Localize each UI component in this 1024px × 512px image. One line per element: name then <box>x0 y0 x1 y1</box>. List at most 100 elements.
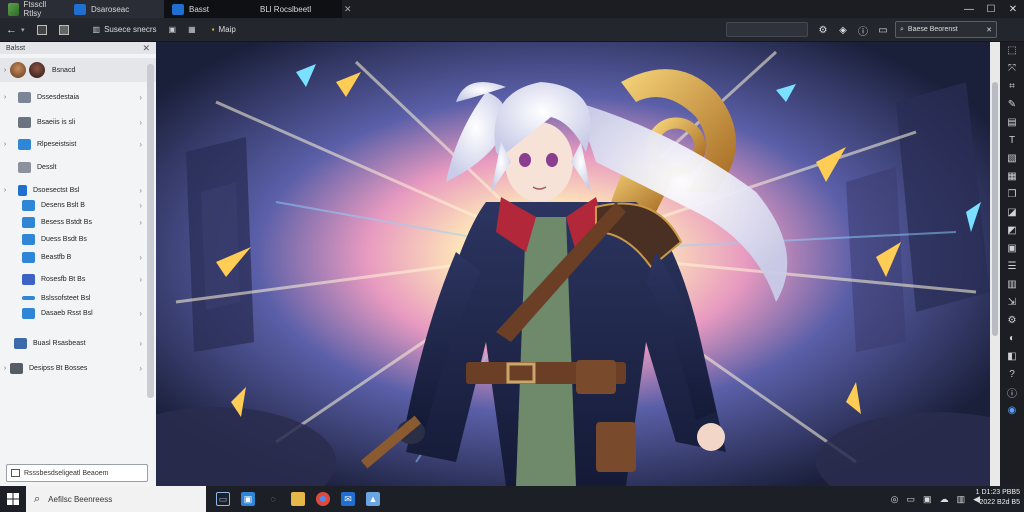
gamepad-icon[interactable]: ◎ <box>891 494 899 505</box>
window-icon <box>11 469 20 477</box>
monitor-icon <box>14 337 27 349</box>
toolbar-icon-button[interactable] <box>31 18 53 42</box>
app-logo-icon <box>8 2 19 16</box>
frame-icon[interactable]: ▣ <box>1006 242 1019 255</box>
sidebar-item[interactable]: Desens Bslt B › <box>0 196 146 214</box>
chevron-right-icon: › <box>139 92 142 102</box>
artwork-canvas[interactable] <box>156 42 990 486</box>
scrollbar-thumb[interactable] <box>992 82 998 336</box>
adjust-icon[interactable]: ◩ <box>1006 224 1019 237</box>
chrome-icon[interactable] <box>316 492 330 506</box>
chart-icon: ▥ <box>92 25 101 34</box>
address-field[interactable] <box>726 22 808 37</box>
copy-icon[interactable]: ❐ <box>1006 188 1019 201</box>
crop-icon[interactable]: ⌗ <box>1006 80 1019 93</box>
avatar <box>10 62 26 78</box>
toolbar-icon-button[interactable] <box>53 18 75 42</box>
export-icon[interactable]: ⇲ <box>1006 296 1019 309</box>
sidebar-item-label: Dsoesectst Bsl <box>33 186 80 194</box>
list-icon[interactable]: ☰ <box>1006 260 1019 273</box>
move-icon[interactable]: ⤧ <box>1006 62 1019 75</box>
mail-icon[interactable]: ✉ <box>341 492 355 506</box>
help-icon[interactable]: ? <box>1006 368 1019 381</box>
photos-icon[interactable]: ▲ <box>366 492 380 506</box>
maximize-button[interactable]: ☐ <box>980 0 1002 18</box>
sidebar: Balsst ✕ › Bsnacd › Dssesdestaia › Bsaei… <box>0 42 156 486</box>
tab-blrocslbeetl[interactable]: BLl Rocslbeetl <box>252 0 342 18</box>
toolbar-icon-button[interactable]: ▣ <box>163 18 183 42</box>
app-icon[interactable]: ▣ <box>241 492 255 506</box>
minimize-button[interactable]: — <box>958 0 980 18</box>
tab-app[interactable]: Ftsscll Rtlsy <box>0 0 66 18</box>
edge-icon[interactable]: ◌ <box>266 492 280 506</box>
sidebar-item[interactable]: Beastfb B › <box>0 248 146 266</box>
sidebar-bottom-button[interactable]: Rsssbesdseligeatl Beaoem <box>6 464 148 482</box>
toolbar-item-1[interactable]: ▥ Susece snecrs <box>87 18 163 42</box>
taskview-icon[interactable]: ▭ <box>216 492 230 506</box>
sidebar-item-label: Bsaeiis is sli <box>37 118 76 126</box>
chevron-right-icon: › <box>139 200 142 210</box>
panel-icon[interactable]: ▥ <box>1006 278 1019 291</box>
tab-dsaroseac[interactable]: Dsaroseac <box>66 0 164 18</box>
chevron-right-icon: › <box>3 140 7 148</box>
sidebar-item-label: Desens Bslt B <box>41 201 85 209</box>
sidebar-item[interactable]: Bsaeiis is sli › <box>0 113 146 131</box>
shield-icon[interactable]: ◈ <box>836 23 850 37</box>
clock[interactable]: 1 D1:23 PBB5 2022 B2d B5 <box>940 488 1020 508</box>
back-button[interactable]: ← ▾ <box>0 18 31 42</box>
chevron-right-icon: › <box>139 252 142 262</box>
tab-close-icon[interactable]: ✕ <box>344 4 352 15</box>
text-icon[interactable]: T <box>1006 134 1019 147</box>
sidebar-item[interactable]: › Dssesdestaia › <box>0 88 146 106</box>
sidebar-item[interactable]: Rosesfb Bt Bs › <box>0 270 146 288</box>
canvas-scrollbar[interactable] <box>990 42 1000 486</box>
sidebar-item[interactable]: Duess Bsdt Bs <box>0 230 146 248</box>
sidebar-item-label: Beastfb B <box>41 253 72 261</box>
grid-icon[interactable]: ▦ <box>1006 170 1019 183</box>
square-icon <box>36 24 47 35</box>
layers-icon[interactable]: ▤ <box>1006 116 1019 129</box>
sidebar-item[interactable]: › Rlpeseistsist › <box>0 135 146 153</box>
sidebar-item[interactable]: Dasaeb Rsst Bsl › <box>0 304 146 322</box>
folder-icon[interactable] <box>291 492 305 506</box>
close-button[interactable]: ✕ <box>1002 0 1024 18</box>
image-icon[interactable]: ▧ <box>1006 152 1019 165</box>
close-icon[interactable]: ✕ <box>142 43 150 54</box>
more-icon[interactable]: ▭ <box>876 23 890 37</box>
search-icon: ⌕ <box>34 492 41 505</box>
split-icon[interactable]: ◧ <box>1006 350 1019 363</box>
info-icon[interactable]: ⓘ <box>856 23 870 38</box>
sidebar-item[interactable]: Desslt <box>0 158 146 176</box>
select-icon[interactable]: ⬚ <box>1006 44 1019 57</box>
palette-icon[interactable]: ◐ <box>1006 332 1019 345</box>
sidebar-header-label: Balsst <box>6 44 26 52</box>
sidebar-item-profile[interactable]: › Bsnacd <box>0 58 156 82</box>
settings-icon[interactable]: ⚙ <box>1006 314 1019 327</box>
circle-icon[interactable]: ◉ <box>1006 404 1019 417</box>
brush-icon[interactable]: ✎ <box>1006 98 1019 111</box>
sidebar-item-label: Rlpeseistsist <box>37 140 77 148</box>
toolbar-icon-button[interactable]: ▦ <box>182 18 202 42</box>
screen-icon: ▣ <box>168 25 177 34</box>
search-box[interactable]: ⌕ Baese Beorenst ✕ <box>895 21 997 38</box>
close-icon[interactable]: ✕ <box>986 26 992 34</box>
avatar <box>29 62 45 78</box>
toolbar-item-2[interactable]: ▪ Maip <box>206 18 242 42</box>
tab-basst[interactable]: Basst <box>164 0 252 18</box>
taskbar-search-placeholder: Aefilsc Beenreess <box>48 494 113 504</box>
sidebar-item[interactable]: Besess Bstdt Bs › <box>0 213 146 231</box>
taskbar-search[interactable]: ⌕ Aefilsc Beenreess <box>26 486 206 512</box>
sidebar-item[interactable]: Buasl Rsasbeast › <box>0 334 146 352</box>
sidebar-scrollbar[interactable] <box>147 64 154 398</box>
window-icon <box>18 138 31 150</box>
chat-icon[interactable]: ▭ <box>907 494 916 505</box>
book-icon <box>22 273 35 285</box>
settings-icon[interactable]: ⚙ <box>816 23 830 37</box>
tray-icon[interactable]: ▣ <box>923 494 932 505</box>
sidebar-item-label: Duess Bsdt Bs <box>41 235 87 243</box>
start-button[interactable] <box>0 486 26 512</box>
fill-icon[interactable]: ◪ <box>1006 206 1019 219</box>
sidebar-item[interactable]: › Desipss Bt Bosses › <box>0 359 146 377</box>
info-icon[interactable]: ⓘ <box>1006 386 1019 400</box>
window-icon <box>172 3 184 15</box>
